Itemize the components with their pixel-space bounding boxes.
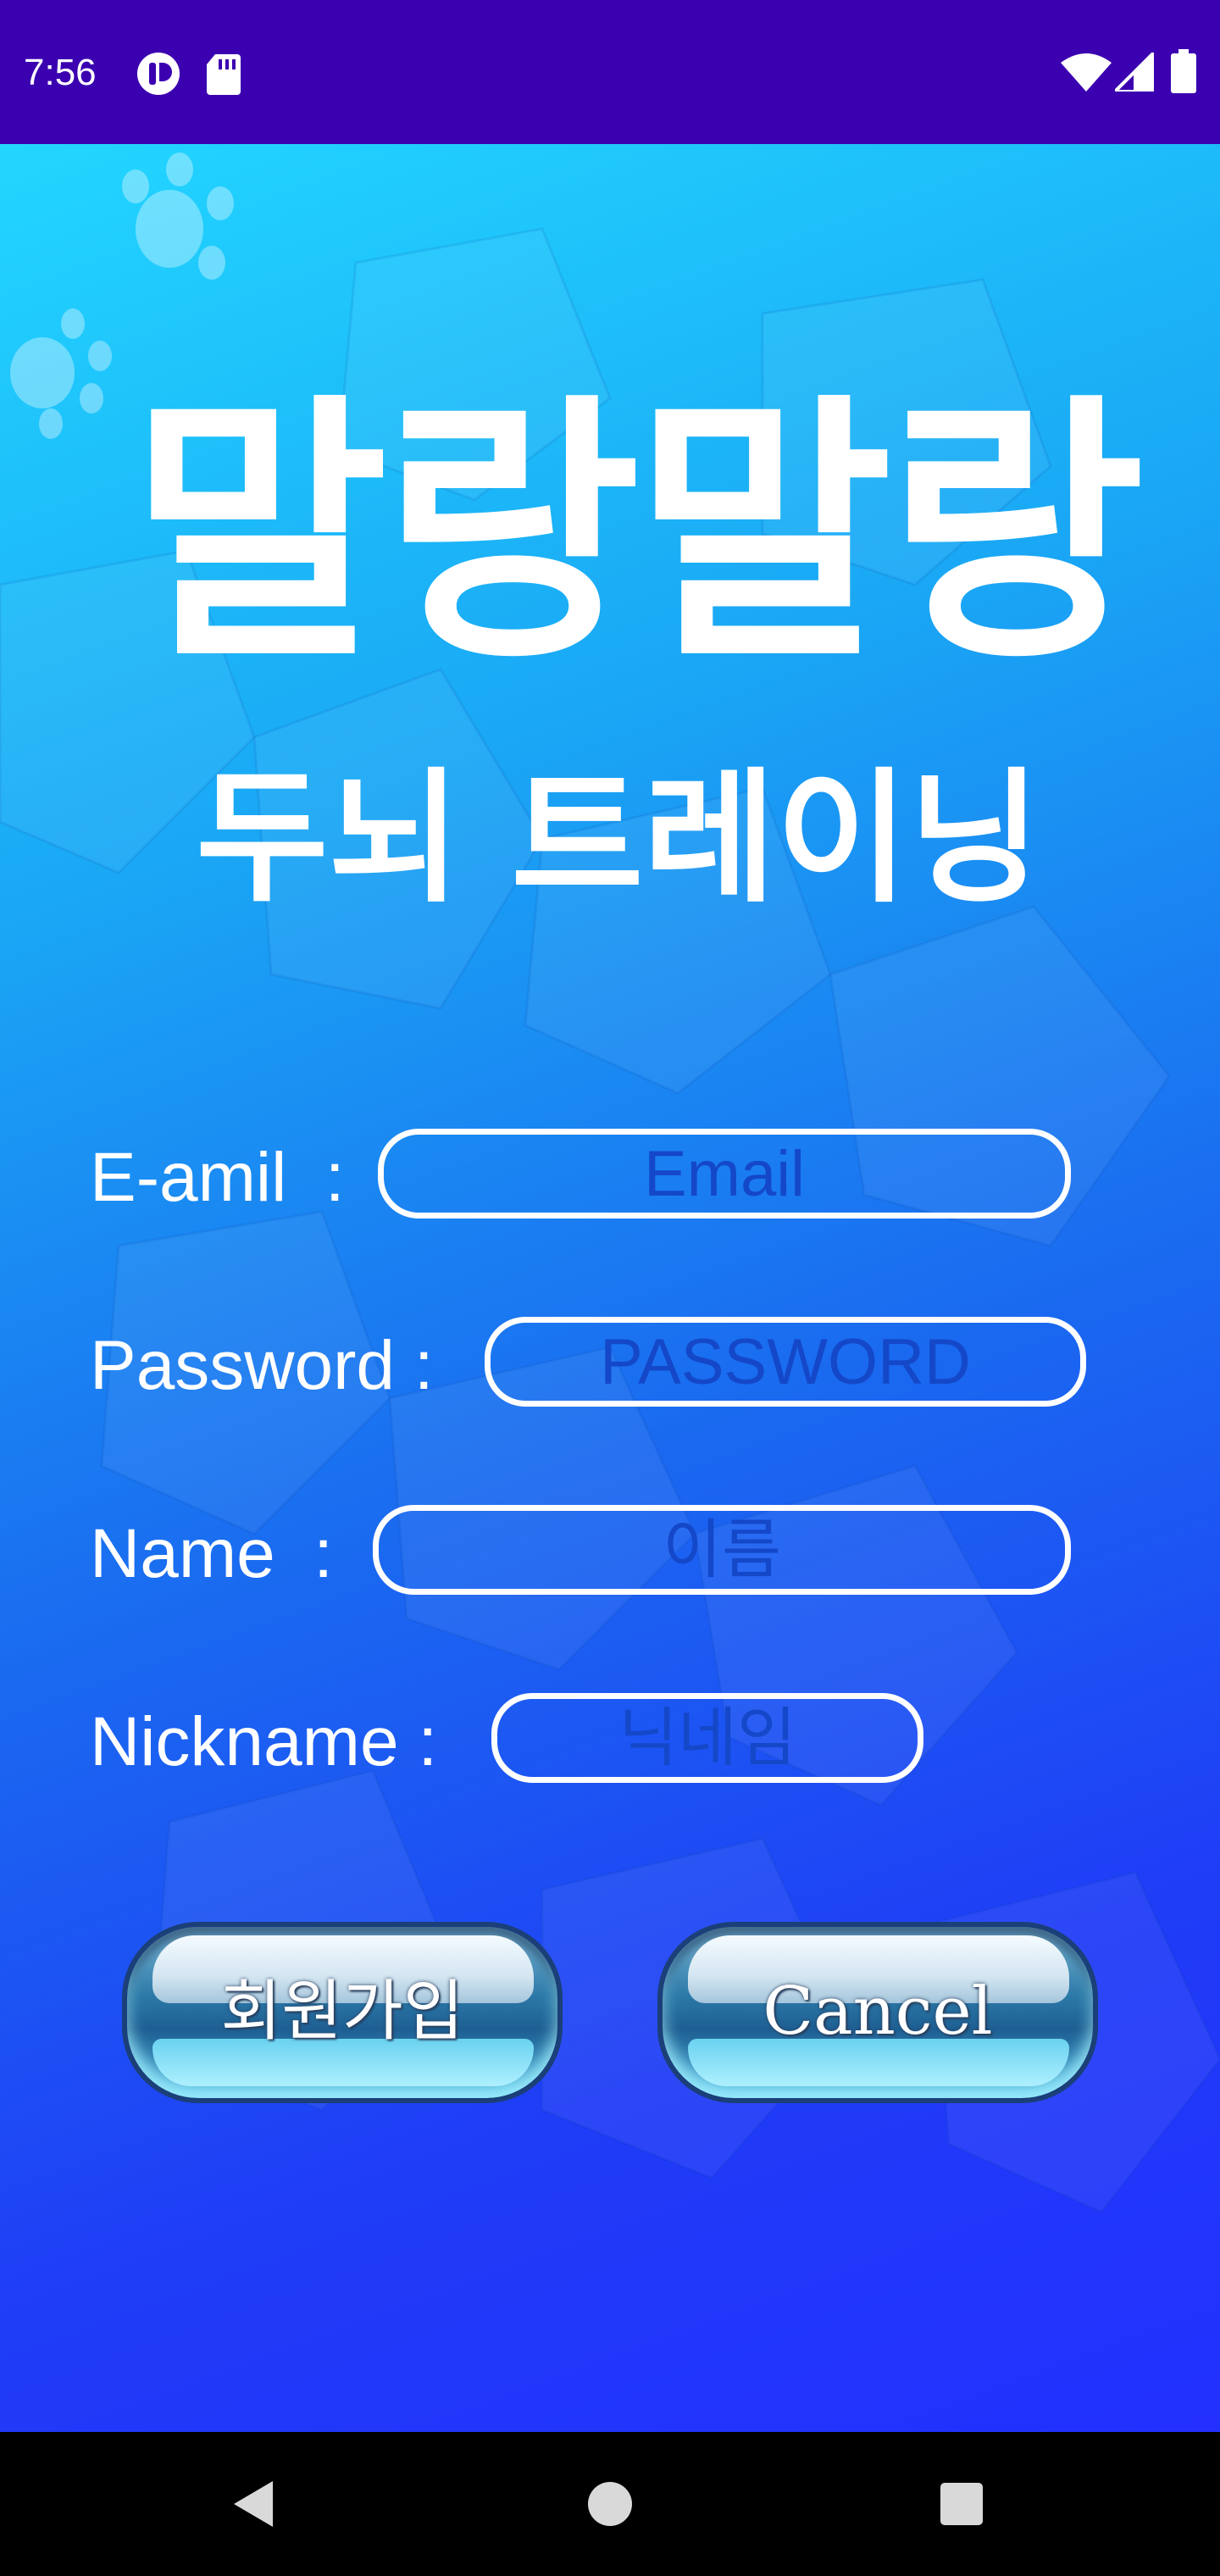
app-screen: 7:56 말랑말랑 두뇌 트레이닝 E-amil: Email Passwor… xyxy=(0,0,1220,2576)
signup-button-label: 회원가입 xyxy=(220,1974,464,2050)
status-bar: 7:56 xyxy=(0,0,1220,144)
app-subtitle: 두뇌 트레이닝 xyxy=(196,755,1041,923)
email-field[interactable] xyxy=(378,1129,1071,1219)
signup-screen: 말랑말랑 두뇌 트레이닝 E-amil : Password : Name : … xyxy=(0,144,1220,2432)
cell-signal-icon xyxy=(1115,53,1154,92)
back-icon[interactable] xyxy=(215,2466,291,2542)
sd-card-icon xyxy=(207,54,241,95)
name-field[interactable] xyxy=(373,1505,1071,1595)
signup-button[interactable]: 회원가입 xyxy=(122,1922,563,2103)
nickname-field[interactable] xyxy=(491,1693,923,1783)
recents-icon[interactable] xyxy=(923,2466,1000,2542)
email-label: E-amil : xyxy=(90,1139,345,1216)
app-title: 말랑말랑 xyxy=(130,371,1145,697)
nickname-label: Nickname : xyxy=(90,1703,438,1780)
wifi-icon xyxy=(1061,53,1112,92)
password-field[interactable] xyxy=(485,1317,1086,1407)
paw-print-icon xyxy=(122,153,234,280)
status-time: 7:56 xyxy=(24,52,97,93)
cancel-button[interactable]: Cancel xyxy=(657,1922,1098,2103)
navigation-bar xyxy=(0,2432,1220,2576)
home-icon[interactable] xyxy=(572,2466,648,2542)
cancel-button-label: Cancel xyxy=(762,1974,993,2050)
battery-icon xyxy=(1171,49,1196,93)
name-label: Name : xyxy=(90,1515,334,1592)
password-label: Password : xyxy=(90,1327,434,1404)
media-playing-icon xyxy=(137,53,180,95)
